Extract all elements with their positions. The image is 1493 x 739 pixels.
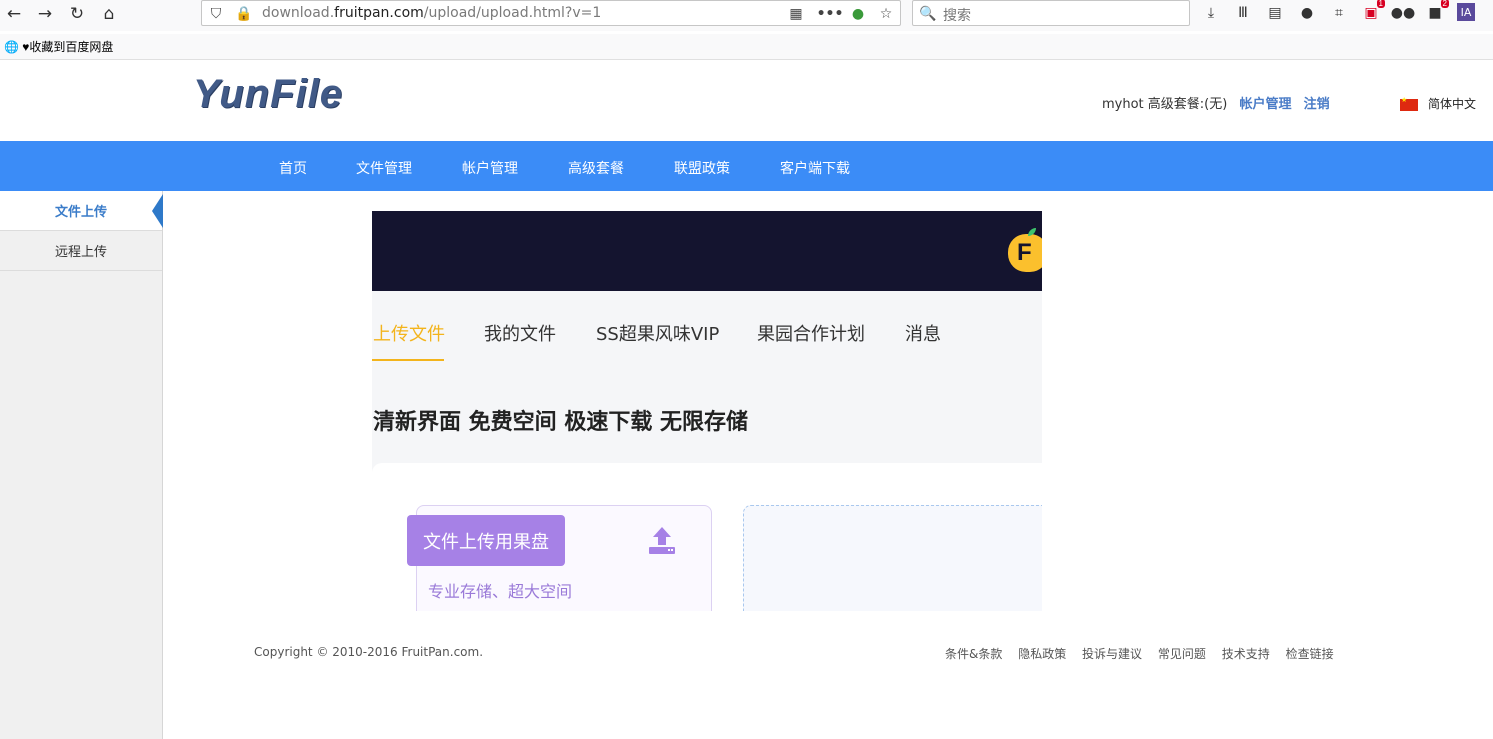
language-label: 简体中文 — [1428, 97, 1477, 111]
sidebar-toggle-icon[interactable]: ▤ — [1264, 3, 1286, 23]
logo-letter: F — [1017, 239, 1032, 266]
main-nav: 首页 文件管理 帐户管理 高级套餐 联盟政策 客户端下载 — [0, 141, 1493, 191]
footer-link-support[interactable]: 技术支持 — [1222, 647, 1270, 661]
footer-link-privacy[interactable]: 隐私政策 — [1018, 647, 1066, 661]
language-selector[interactable]: 简体中文 — [1400, 95, 1476, 112]
bookmark-item[interactable]: 🌐 ♥收藏到百度网盘 — [4, 38, 113, 55]
bookmark-star-icon[interactable]: ☆ — [876, 4, 896, 24]
slogan-heading: 清新界面 免费空间 极速下载 无限存储 — [373, 410, 748, 435]
account-icon[interactable]: ● — [1296, 3, 1318, 23]
nav-affiliate[interactable]: 联盟政策 — [674, 158, 730, 178]
copyright: Copyright © 2010-2016 FruitPan.com. — [254, 645, 484, 659]
extension-gift-icon[interactable]: ■ 2 — [1424, 0, 1449, 23]
active-arrow-indicator — [152, 194, 163, 228]
search-icon: 🔍 — [919, 6, 937, 22]
extension-badge: 1 — [1376, 0, 1385, 8]
footer-link-faq[interactable]: 常见问题 — [1158, 647, 1206, 661]
reload-icon[interactable]: ↻ — [64, 2, 90, 26]
nav-account-manage[interactable]: 帐户管理 — [462, 158, 518, 178]
downloads-icon[interactable]: ⤓ — [1200, 3, 1222, 23]
account-link[interactable]: 帐户管理 — [1239, 97, 1291, 112]
browser-toolbar: ← → ↻ ⌂ ⛉ 🔒 download.fruitpan.com/upload… — [0, 0, 1493, 31]
upload-icon[interactable] — [648, 525, 676, 555]
qr-code-icon[interactable]: ▦ — [786, 4, 806, 24]
nav-client-download[interactable]: 客户端下载 — [780, 158, 850, 178]
footer-link-check-links[interactable]: 检查链接 — [1286, 647, 1334, 661]
upload-subtitle: 专业存储、超大空间 — [428, 582, 573, 601]
drop-zone[interactable] — [743, 505, 1042, 611]
nav-premium[interactable]: 高级套餐 — [568, 158, 624, 178]
user-info: myhot 高级套餐:(无) — [1102, 97, 1228, 112]
sidebar-item-remote-upload[interactable]: 远程上传 — [0, 231, 162, 271]
globe-extension-icon[interactable]: ● — [848, 4, 868, 24]
home-icon[interactable]: ⌂ — [96, 2, 122, 26]
user-area: myhot 高级套餐:(无) 帐户管理 注销 — [1102, 93, 1330, 112]
logout-link[interactable]: 注销 — [1304, 97, 1330, 112]
leaf-icon — [1028, 228, 1036, 236]
extension-dots-icon[interactable]: ●● — [1391, 3, 1415, 23]
sidebar-item-label: 文件上传 — [54, 205, 107, 220]
tab-partner-program[interactable]: 果园合作计划 — [757, 320, 865, 346]
fruitpan-logo-icon[interactable]: F — [1008, 228, 1042, 272]
tab-upload-file[interactable]: 上传文件 — [373, 320, 445, 346]
sidebar: 文件上传 远程上传 — [0, 191, 163, 739]
bookmarks-toolbar: 🌐 ♥收藏到百度网盘 — [0, 34, 1493, 60]
frame-banner: F — [372, 211, 1042, 291]
crop-screenshot-icon[interactable]: ⌗ — [1328, 3, 1350, 23]
search-placeholder: 搜索 — [943, 8, 971, 24]
site-logo[interactable]: YunFile — [193, 72, 343, 117]
forward-icon[interactable]: → — [32, 2, 58, 26]
extension-red-icon[interactable]: ▣ 1 — [1360, 0, 1385, 23]
shield-icon[interactable]: ⛉ — [206, 4, 226, 24]
page-actions-icon[interactable]: ••• — [817, 4, 844, 24]
bookmark-label: ♥收藏到百度网盘 — [22, 40, 114, 54]
nav-home[interactable]: 首页 — [279, 158, 307, 178]
url-text[interactable]: download.fruitpan.com/upload/upload.html… — [262, 5, 601, 21]
globe-icon: 🌐 — [4, 40, 19, 54]
ia-extension-icon[interactable]: IA — [1457, 3, 1475, 21]
upload-button[interactable]: 文件上传用果盘 — [407, 515, 565, 566]
footer-links: 条件&条款 隐私政策 投诉与建议 常见问题 技术支持 检查链接 — [945, 645, 1346, 662]
search-bar[interactable]: 🔍 搜索 — [912, 0, 1190, 26]
tab-vip[interactable]: SS超果风味VIP — [596, 320, 719, 346]
nav-file-manage[interactable]: 文件管理 — [356, 158, 412, 178]
sidebar-item-file-upload[interactable]: 文件上传 — [0, 191, 163, 231]
active-tab-underline — [372, 359, 444, 361]
back-icon[interactable]: ← — [1, 2, 27, 26]
tab-messages[interactable]: 消息 — [905, 320, 941, 346]
extension-badge-2: 2 — [1440, 0, 1449, 8]
china-flag-icon — [1400, 96, 1418, 111]
upload-frame: F 上传文件 我的文件 SS超果风味VIP 果园合作计划 消息 清新界面 免费空… — [372, 211, 1042, 611]
footer-link-terms[interactable]: 条件&条款 — [945, 647, 1002, 661]
tab-my-files[interactable]: 我的文件 — [484, 320, 556, 346]
insecure-lock-icon[interactable]: 🔒 — [234, 4, 254, 24]
address-bar[interactable]: ⛉ 🔒 download.fruitpan.com/upload/upload.… — [201, 0, 901, 26]
sidebar-item-label: 远程上传 — [54, 245, 107, 260]
footer-link-complaints[interactable]: 投诉与建议 — [1082, 647, 1142, 661]
library-icon[interactable]: Ⅲ — [1232, 3, 1254, 23]
